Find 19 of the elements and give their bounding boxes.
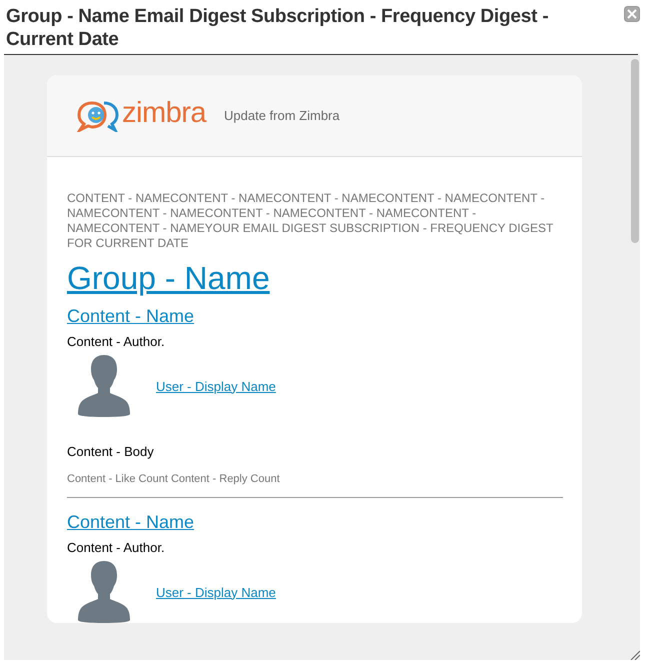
avatar-icon xyxy=(76,355,132,417)
content-name-link[interactable]: Content - Name xyxy=(67,304,194,328)
smiley-bubble-icon xyxy=(76,100,120,132)
content-name-link[interactable]: Content - Name xyxy=(67,510,194,534)
avatar-icon xyxy=(76,561,132,623)
preheader-text: CONTENT - NAMECONTENT - NAMECONTENT - NAMECONTENT - NAMECONTENT - NAMECONTENT - NAMECONTENT - NAMECONTENT - NAMECONTENT - NAMECONTENT - NAMEYOUR EMAIL DIGEST SUBSCRIPTION - FREQUENCY DIGEST FOR CURRENT DATE xyxy=(67,191,554,251)
tagline: Update from Zimbra xyxy=(224,108,340,123)
author-text: Content - Author. xyxy=(67,540,166,555)
scrollbar-thumb[interactable] xyxy=(631,59,639,243)
logo-wordmark: zimbra xyxy=(122,97,206,130)
user-link[interactable]: User - Display Name xyxy=(156,378,276,394)
group-name-link[interactable]: Group - Name xyxy=(67,258,270,298)
author-text: Content - Author. xyxy=(67,334,166,349)
window-title: Group - Name Email Digest Subscription - Frequency Digest - Current Date xyxy=(6,5,550,51)
user-link[interactable]: User - Display Name xyxy=(156,584,276,600)
resize-grip-icon[interactable] xyxy=(630,650,640,660)
content-body: Content - Body xyxy=(67,444,155,459)
close-icon[interactable] xyxy=(624,6,640,22)
counts-text: Content - Like Count Content - Reply Count xyxy=(67,473,281,485)
